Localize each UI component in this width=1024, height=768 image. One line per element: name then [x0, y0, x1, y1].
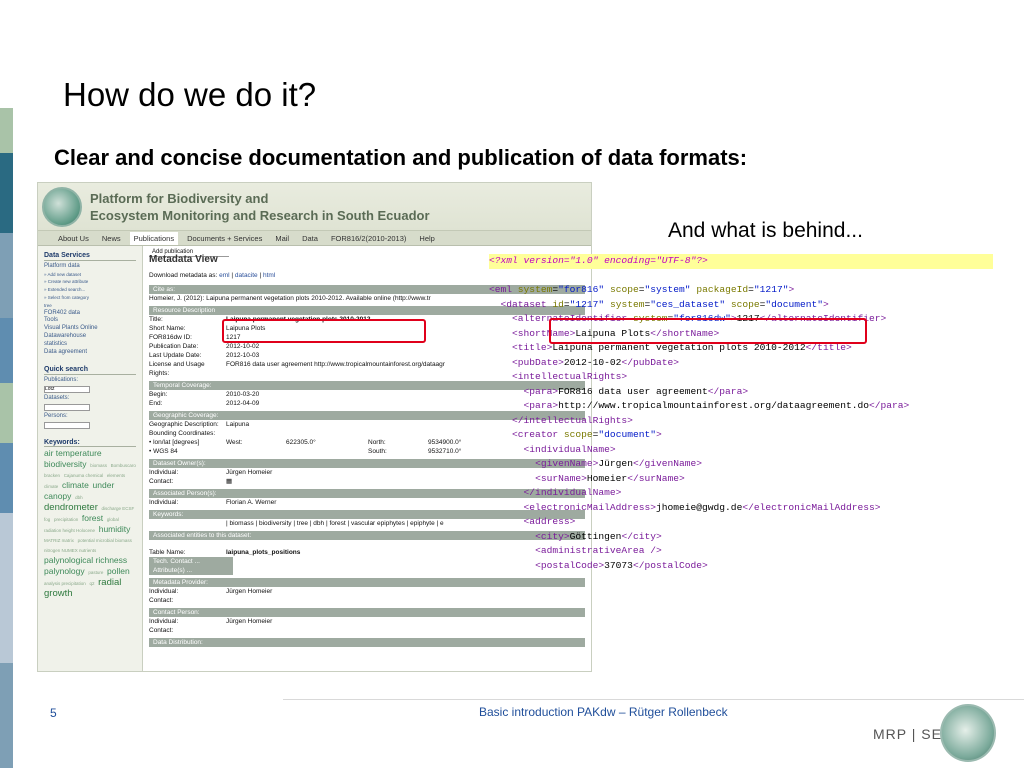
sidebar-item[interactable]: » Add new dataset — [44, 271, 136, 279]
keyword-tag[interactable]: MATRIZ matrix — [44, 538, 74, 543]
keyword-tag[interactable]: analysis precipitation — [44, 581, 86, 586]
brand-text: MRP | SE — [873, 726, 942, 742]
site-sidebar: Data Services Platform data » Add new da… — [38, 246, 143, 671]
behind-label: And what is behind... — [668, 219, 863, 242]
metadata-value: FOR816 data user agreement http://www.tr… — [226, 361, 445, 368]
metadata-key: License and Usage Rights: — [149, 361, 205, 377]
sidebar-item[interactable]: Tools — [44, 317, 136, 325]
keyword-tag[interactable]: climate — [62, 480, 89, 490]
download-eml-link[interactable]: eml — [219, 272, 229, 279]
metadata-key: Short Name: — [149, 325, 186, 332]
metadata-key: Title: — [149, 316, 163, 323]
sidebar-item[interactable]: tree — [44, 302, 136, 310]
sidebar-item[interactable]: Platform data — [44, 263, 136, 271]
left-accent-bar — [0, 108, 13, 768]
data-services-title: Data Services — [44, 252, 136, 261]
sidebar-item[interactable]: Data agreement — [44, 349, 136, 357]
datasets-label: Datasets: — [44, 394, 70, 401]
metadata-key: Last Update Date: — [149, 352, 202, 359]
contact-person-bar: Contact Person: — [149, 608, 585, 617]
metadata-value: 2012-10-03 — [226, 352, 260, 359]
site-nav: About Us News Publications Documents + S… — [38, 231, 591, 246]
site-title: Platform for Biodiversity and Ecosystem … — [90, 190, 430, 223]
nav-documents[interactable]: Documents + Services — [187, 234, 262, 243]
accent-segment — [0, 663, 13, 768]
keyword-tag[interactable]: humidity — [99, 524, 131, 534]
metadata-value: 2012-10-02 — [226, 343, 260, 350]
quick-search-title: Quick search — [44, 366, 136, 376]
site-header: Platform for Biodiversity and Ecosystem … — [38, 183, 591, 231]
keyword-tag[interactable]: palynology — [44, 566, 85, 576]
publications-label: Publications: — [44, 377, 79, 384]
attributes-expander[interactable]: Attribute(s) ... — [149, 566, 233, 575]
distribution-bar: Data Distribution: — [149, 638, 585, 647]
keyword-tag[interactable]: q2 — [89, 581, 94, 586]
brand-logo-icon — [940, 704, 996, 762]
sidebar-item[interactable]: » Extended search... — [44, 286, 136, 294]
keyword-tag[interactable]: dbh — [75, 495, 83, 500]
keyword-tag[interactable]: precipitation — [54, 517, 78, 522]
site-logo-icon — [42, 186, 82, 227]
keyword-tag[interactable]: air temperature — [44, 448, 102, 458]
accent-segment — [0, 153, 13, 233]
sidebar-item[interactable]: » Select from category — [44, 294, 136, 302]
slide-subtitle: Clear and concise documentation and publ… — [54, 145, 748, 170]
sidebar-item[interactable]: FOR402 data — [44, 310, 136, 318]
keyword-tag[interactable]: nitrogen NUMEX nutrients — [44, 548, 96, 553]
keyword-tag[interactable]: dendrometer — [44, 502, 98, 513]
nav-for816[interactable]: FOR816/2(2010-2013) — [331, 234, 406, 243]
keyword-tag[interactable]: biodiversity — [44, 459, 87, 469]
nav-mail[interactable]: Mail — [275, 234, 289, 243]
xml-title-highlight-box — [549, 318, 867, 344]
accent-segment — [0, 443, 13, 513]
keyword-tag[interactable]: pollen — [107, 566, 130, 576]
keyword-tag-cloud: air temperature biodiversity biomass Bom… — [44, 449, 136, 600]
sidebar-item[interactable]: Datawarehouse — [44, 333, 136, 341]
keywords-title: Keywords: — [44, 439, 136, 448]
keyword-tag[interactable]: biomass — [90, 463, 107, 468]
sidebar-item[interactable]: » Create new attribute — [44, 278, 136, 286]
site-title-highlight-box — [222, 319, 426, 343]
publications-input[interactable] — [44, 385, 90, 393]
footer-text: Basic introduction PAKdw – Rütger Rollen… — [479, 705, 728, 719]
accent-segment — [0, 108, 13, 153]
expand-icon[interactable]: ▦ — [226, 477, 232, 486]
accent-segment — [0, 513, 13, 663]
sidebar-item[interactable]: statistics — [44, 341, 136, 349]
keyword-tag[interactable]: potential microbial biomass — [78, 538, 132, 543]
accent-segment — [0, 318, 13, 383]
nav-about[interactable]: About Us — [58, 234, 89, 243]
download-html-link[interactable]: html — [263, 272, 275, 279]
keyword-tag[interactable]: palynological richness — [44, 555, 127, 565]
persons-label: Persons: — [44, 412, 68, 419]
keyword-tag[interactable]: Cajanuma chemical — [64, 473, 104, 478]
accent-segment — [0, 233, 13, 318]
tech-contact-expander[interactable]: Tech. Contact ... — [149, 557, 233, 566]
keyword-tag[interactable]: pasture — [88, 570, 103, 575]
keyword-tag[interactable]: forest — [82, 513, 103, 523]
sidebar-item[interactable]: Visual Plants Online — [44, 325, 136, 333]
metadata-key: FOR816dw ID: — [149, 334, 192, 341]
page-number: 5 — [50, 706, 57, 720]
persons-input[interactable] — [44, 421, 90, 429]
nav-news[interactable]: News — [102, 234, 121, 243]
metadata-provider-bar: Metadata Provider: — [149, 578, 585, 587]
footer-divider — [283, 699, 1024, 700]
nav-publications[interactable]: Publications — [129, 231, 179, 245]
datasets-input[interactable] — [44, 403, 90, 411]
download-datacite-link[interactable]: datacite — [235, 272, 258, 279]
metadata-key: Publication Date: — [149, 343, 199, 350]
nav-help[interactable]: Help — [419, 234, 434, 243]
nav-data[interactable]: Data — [302, 234, 318, 243]
xml-listing: <?xml version="1.0" encoding="UTF-8"?> <… — [489, 254, 993, 574]
slide-title: How do we do it? — [63, 76, 317, 113]
accent-segment — [0, 383, 13, 443]
